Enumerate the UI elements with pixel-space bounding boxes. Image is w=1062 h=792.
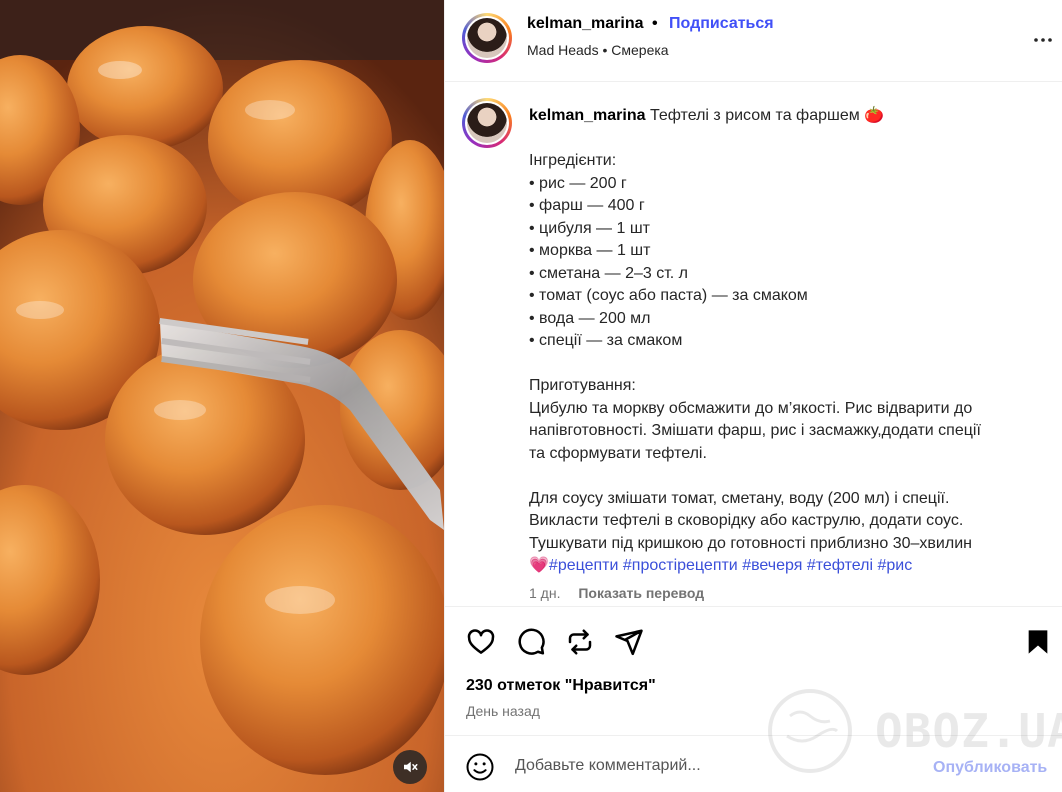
mute-button[interactable] [393,750,427,784]
post-panel: kelman_marina • Подписаться Mad Heads • … [444,0,1062,792]
caption-meta: 1 дн. Показать перевод [529,585,704,601]
avatar-photo [467,103,507,143]
like-count[interactable]: 230 отметок "Нравится" [466,677,656,695]
bookmark-icon [1028,630,1048,654]
share-icon [615,629,643,656]
ingredient-item: • рис — 200 г [529,174,627,192]
hashtag-link[interactable]: #простірецепти [623,557,738,574]
sauce-line: Для соусу змішати томат, сметану, воду (… [529,489,950,507]
caption-text: kelman_marina Тефтелі з рисом та фаршем … [529,105,1049,578]
caption-username[interactable]: kelman_marina [529,107,646,124]
hashtag-link[interactable]: #рецепти [549,557,619,574]
show-translation-button[interactable]: Показать перевод [578,585,704,601]
author-username[interactable]: kelman_marina [527,15,644,33]
post-timestamp[interactable]: День назад [466,703,540,719]
comment-icon [518,628,545,655]
author-avatar[interactable] [462,13,512,63]
ingredients-section: Інгредієнти: • рис — 200 г • фарш — 400 … [529,150,1049,353]
hashtag-line: 💗#рецепти #простірецепти #вечеря #тефтел… [529,555,1049,578]
hashtag-link[interactable]: #вечеря [742,557,802,574]
comment-button[interactable] [515,626,547,658]
step-line: та сформувати тефтелі. [529,444,707,462]
comment-bar: Опубликовать [445,737,1062,792]
hashtag-link[interactable]: #тефтелі [807,557,873,574]
emoji-button[interactable] [465,752,495,782]
smiley-icon [466,753,494,781]
sauce-line: Викласти тефтелі в сковорідку або кастру… [529,512,964,529]
action-bar: 230 отметок "Нравится" День назад [445,606,1062,736]
caption-title: Тефтелі з рисом та фаршем 🍅 [649,107,885,124]
separator-dot: • [652,15,658,32]
ingredient-item: • томат (соус або паста) — за смаком [529,287,808,304]
steps-section: Приготування: Цибулю та моркву обсмажити… [529,375,1049,465]
caption-area: kelman_marina Тефтелі з рисом та фаршем … [445,83,1062,605]
more-horizontal-icon [1034,38,1052,42]
ingredient-item: • цибуля — 1 шт [529,219,651,237]
save-button[interactable] [1022,626,1054,658]
heart-icon [467,629,495,654]
hashtag-link[interactable]: #рис [877,557,912,574]
caption-age[interactable]: 1 дн. [529,585,560,601]
caption-avatar[interactable] [462,98,512,148]
more-options-button[interactable] [1031,28,1055,52]
publish-comment-button[interactable]: Опубликовать [933,759,1047,777]
meatballs-image [0,0,444,792]
step-line: Цибулю та моркву обсмажити до м’якості. … [529,399,973,417]
ingredient-item: • сметана — 2–3 ст. л [529,264,689,282]
ingredient-item: • морква — 1 шт [529,242,651,259]
heart-emoji: 💗 [529,557,549,574]
ingredient-item: • фарш — 400 г [529,197,645,214]
audio-attribution[interactable]: Mad Heads • Смерека [527,42,669,58]
post-header: kelman_marina • Подписаться Mad Heads • … [445,0,1062,82]
sauce-line: Тушкувати під кришкою до готовності приб… [529,534,972,552]
avatar-photo [467,18,507,58]
repost-icon [568,629,592,655]
like-button[interactable] [465,626,497,658]
ingredient-item: • вода — 200 мл [529,309,651,327]
post-media[interactable] [0,0,444,792]
comment-input[interactable] [515,752,915,780]
sauce-section: Для соусу змішати томат, сметану, воду (… [529,488,1049,578]
follow-button[interactable]: Подписаться [669,15,774,33]
speaker-muted-icon [404,761,418,773]
ingredient-item: • спеції — за смаком [529,332,683,349]
step-line: напівготовності. Змішати фарш, рис і зас… [529,422,981,439]
steps-heading: Приготування: [529,377,636,394]
share-button[interactable] [613,626,645,658]
ingredients-heading: Інгредієнти: [529,152,617,169]
repost-button[interactable] [564,626,596,658]
